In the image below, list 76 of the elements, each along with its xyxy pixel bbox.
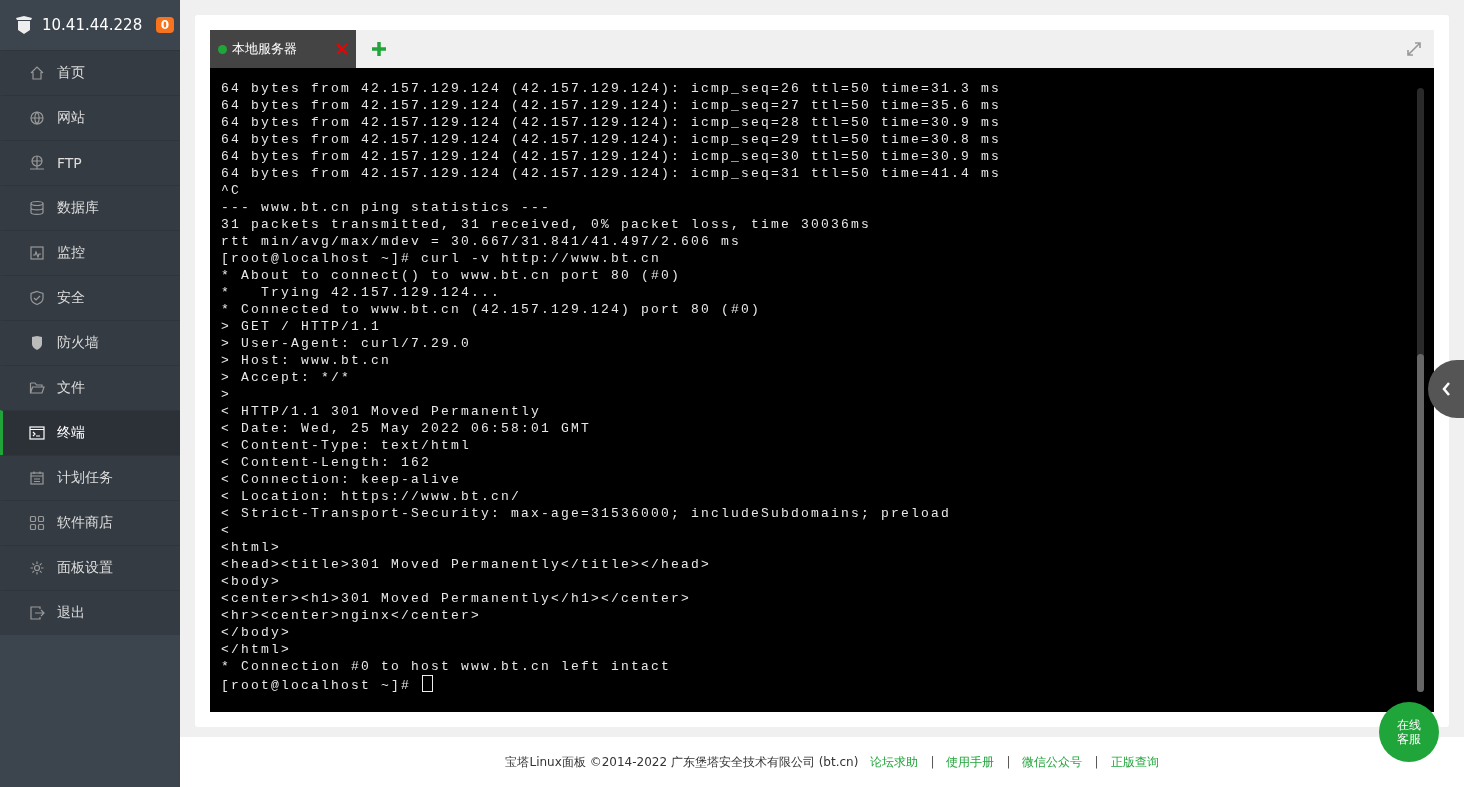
tower-logo-icon [14,15,34,35]
terminal-line: * About to connect() to www.bt.cn port 80 (#0) [221,267,683,284]
terminal-line: < HTTP/1.1 301 Moved Permanently [221,403,543,420]
terminal-tab[interactable]: 本地服务器 [210,30,356,68]
gear-icon [29,560,45,576]
nav-item[interactable]: 数据库 [0,185,180,230]
server-address: 10.41.44.228 [42,16,144,34]
terminal-line: [root@localhost ~]# curl -v http://www.bt.cn [221,250,663,267]
terminal-line: 64 bytes from 42.157.129.124 (42.157.129.124): icmp_seq=29 ttl=50 time=30.8 ms [221,131,1003,148]
tab-label: 本地服务器 [232,40,298,58]
home-icon [29,65,45,81]
terminal-line: < Strict-Transport-Security: max-age=31536000; includeSubdomains; preload [221,505,953,522]
terminal-line: > GET / HTTP/1.1 [221,318,383,335]
terminal-line: < Date: Wed, 25 May 2022 06:58:01 GMT [221,420,593,437]
shield-icon [29,290,45,306]
terminal-line: rtt min/avg/max/mdev = 30.667/31.841/41.497/2.606 ms [221,233,743,250]
copyright-text: 宝塔Linux面板 ©2014-2022 广东堡塔安全技术有限公司 (bt.cn) [505,753,859,771]
separator: | [930,755,935,769]
terminal-line: <html> [221,539,282,556]
terminal-line: 64 bytes from 42.157.129.124 (42.157.129.124): icmp_seq=28 ttl=50 time=30.9 ms [221,114,1003,131]
terminal-line: 64 bytes from 42.157.129.124 (42.157.129.124): icmp_seq=26 ttl=50 time=31.3 ms [221,80,1003,97]
close-icon[interactable] [336,43,348,55]
add-icon[interactable] [372,42,386,56]
collapse-handle[interactable] [1428,360,1464,418]
separator: | [1094,755,1099,769]
terminal-line: --- www.bt.cn ping statistics --- [221,199,553,216]
terminal-line: > Host: www.bt.cn [221,352,393,369]
nav-item[interactable]: 计划任务 [0,455,180,500]
separator: | [1006,755,1011,769]
nav-item[interactable]: 终端 [0,410,180,455]
nav-item[interactable]: 防火墙 [0,320,180,365]
terminal-line: * Connected to www.bt.cn (42.157.129.124) port 80 (#0) [221,301,763,318]
nav-item[interactable]: 文件 [0,365,180,410]
terminal-line: < Location: https://www.bt.cn/ [221,488,523,505]
terminal-line: <body> [221,573,282,590]
expand-icon[interactable] [1406,41,1422,57]
database-icon [29,200,45,216]
terminal-line: > Accept: */* [221,369,353,386]
monitor-icon [29,245,45,261]
logout-icon [29,605,45,621]
nav-item[interactable]: 网站 [0,95,180,140]
terminal-line: <hr><center>nginx</center> [221,607,483,624]
scrollbar-thumb[interactable] [1417,353,1424,692]
firewall-icon [29,335,45,351]
nav-item[interactable]: 退出 [0,590,180,635]
ftp-icon [29,155,45,171]
terminal-line: </body> [221,624,292,641]
terminal-line: 64 bytes from 42.157.129.124 (42.157.129.124): icmp_seq=27 ttl=50 time=35.6 ms [221,97,1003,114]
terminal-line: 64 bytes from 42.157.129.124 (42.157.129.124): icmp_seq=30 ttl=50 time=30.9 ms [221,148,1003,165]
chevron-left-icon [1441,381,1451,397]
terminal-line: < [221,522,232,539]
terminal-line: <head><title>301 Moved Permanently</title></head> [221,556,713,573]
terminal-line: > [221,386,232,403]
terminal-line: [root@localhost ~]# [221,675,1417,692]
terminal-line: </html> [221,641,292,658]
terminal-line: * Trying 42.157.129.124... [221,284,503,301]
nav-item[interactable]: 面板设置 [0,545,180,590]
apps-icon [29,515,45,531]
nav-item[interactable]: 安全 [0,275,180,320]
terminal-line: < Content-Type: text/html [221,437,473,454]
globe-icon [29,110,45,126]
nav-item[interactable]: 监控 [0,230,180,275]
nav-item[interactable]: 软件商店 [0,500,180,545]
folder-icon [29,380,45,396]
terminal-line: * Connection #0 to host www.bt.cn left intact [221,658,673,675]
terminal-icon [29,425,45,441]
terminal-line: ^C [221,182,242,199]
nav-item[interactable]: 首页 [0,50,180,95]
terminal-line: 31 packets transmitted, 31 received, 0% packet loss, time 30036ms [221,216,873,233]
terminal-line: < Connection: keep-alive [221,471,463,488]
terminal-line: 64 bytes from 42.157.129.124 (42.157.129.124): icmp_seq=31 ttl=50 time=41.4 ms [221,165,1003,182]
terminal-line: <center><h1>301 Moved Permanently</h1></center> [221,590,693,607]
terminal-line: < Content-Length: 162 [221,454,433,471]
calendar-icon [29,470,45,486]
terminal-line: > User-Agent: curl/7.29.0 [221,335,473,352]
nav-item[interactable]: FTP [0,140,180,185]
